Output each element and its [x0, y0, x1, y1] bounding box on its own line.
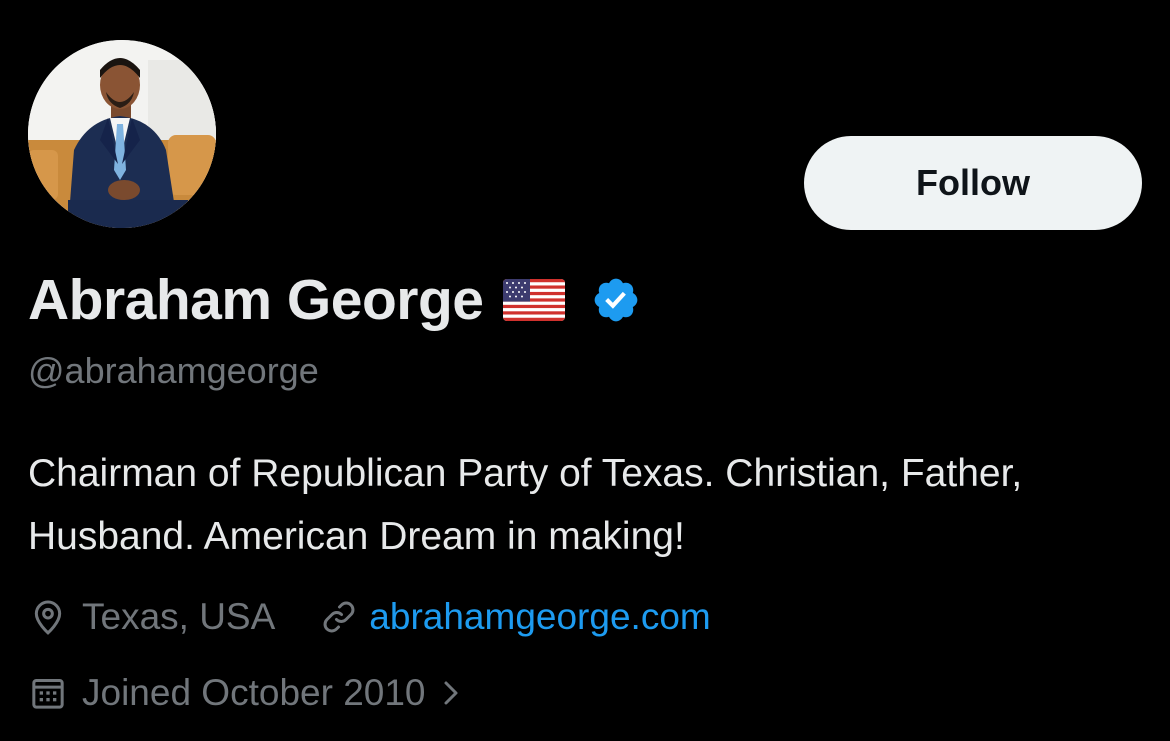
location-text: Texas, USA	[82, 596, 276, 637]
display-name: Abraham George	[28, 268, 484, 332]
follow-button[interactable]: Follow	[804, 136, 1142, 230]
profile-name-row: Abraham George	[28, 262, 641, 338]
website-link[interactable]: abrahamgeorge.com	[369, 596, 710, 638]
verified-badge-icon[interactable]	[591, 275, 641, 325]
profile-bio: Chairman of Republican Party of Texas. C…	[28, 452, 1023, 558]
joined-row[interactable]: Joined October 2010	[28, 668, 464, 718]
profile-avatar[interactable]	[28, 40, 216, 228]
link-icon	[319, 597, 359, 637]
us-flag-icon	[503, 279, 566, 321]
location-pin-icon	[28, 597, 68, 637]
profile-handle: @abrahamgeorge	[28, 350, 319, 391]
chevron-right-icon	[440, 675, 464, 711]
calendar-icon	[28, 673, 68, 713]
profile-meta-row: Texas, USA abrahamgeorge.com	[28, 592, 711, 642]
joined-text: Joined October 2010	[82, 672, 426, 713]
avatar-photo	[28, 40, 216, 228]
